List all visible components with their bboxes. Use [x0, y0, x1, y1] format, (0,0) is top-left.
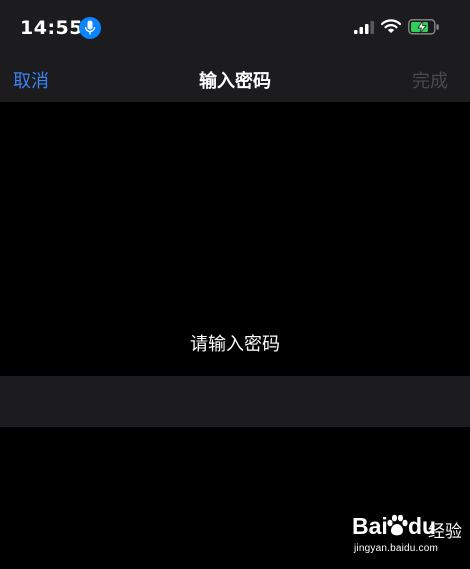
page-title: 输入密码 — [199, 71, 271, 92]
status-time: 14:55 — [20, 17, 83, 39]
watermark-logo: Bai du 经验 — [352, 513, 464, 545]
wifi-icon — [381, 19, 401, 33]
password-prompt: 请输入密码 — [190, 334, 280, 355]
microphone-icon — [79, 17, 101, 39]
watermark-brand-left: Bai — [352, 513, 388, 539]
status-bar: 14:55 — [0, 0, 470, 58]
battery-charging-icon — [408, 19, 439, 35]
navigation-bar: 取消 输入密码 完成 — [0, 58, 470, 102]
baidu-paw-icon — [387, 514, 408, 536]
watermark-url: jingyan.baidu.com — [354, 543, 439, 554]
cellular-signal-icon — [354, 21, 374, 34]
watermark-suffix: 经验 — [428, 522, 462, 542]
baidu-jingyan-watermark: Bai du 经验 jingyan.baidu.com — [352, 513, 464, 565]
done-button[interactable]: 完成 — [412, 67, 448, 93]
password-input[interactable] — [0, 376, 470, 427]
